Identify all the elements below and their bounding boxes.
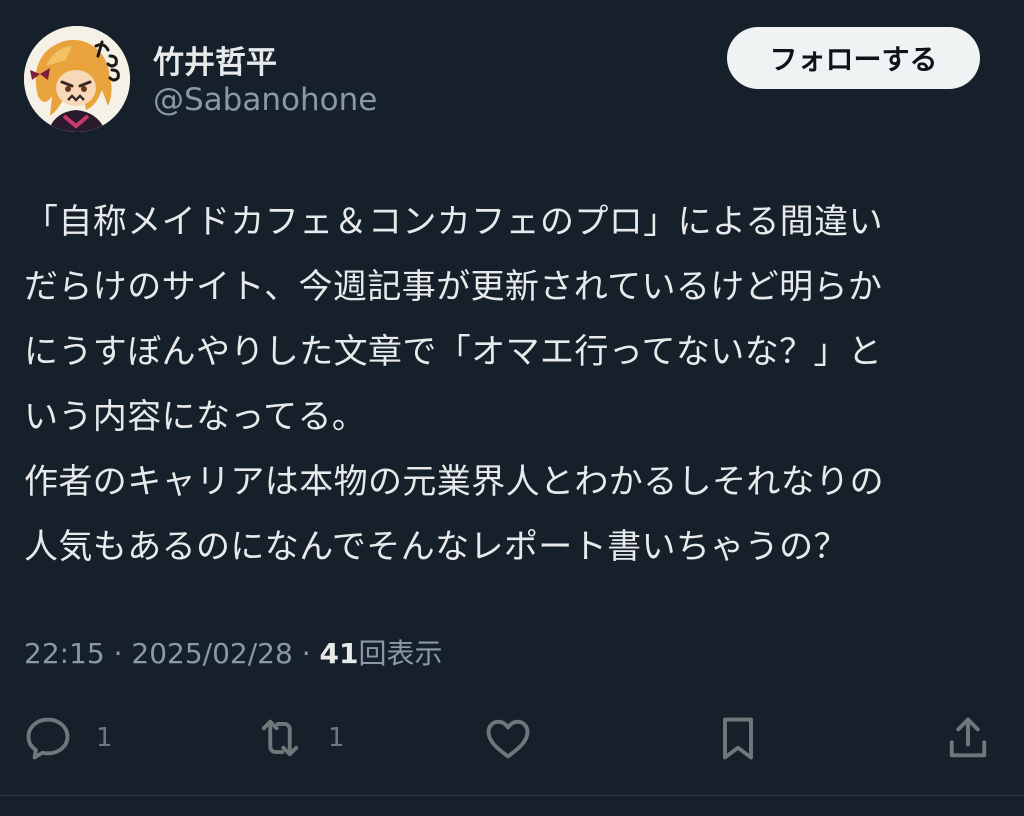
follow-button[interactable]: フォローする: [727, 27, 980, 89]
reply-icon: [26, 717, 70, 760]
views-label: 回表示: [358, 637, 443, 670]
avatar[interactable]: [24, 26, 130, 132]
retweet-button[interactable]: 1: [254, 708, 345, 768]
reply-count: 1: [96, 723, 113, 753]
meta-separator: ·: [104, 637, 132, 670]
like-button[interactable]: [482, 708, 534, 768]
tweet-actions: 1 1: [0, 708, 1024, 768]
tweet-text-line: だらけのサイト、今週記事が更新されているけど明らか: [24, 267, 883, 307]
retweet-count: 1: [328, 723, 345, 753]
display-name[interactable]: 竹井哲平: [153, 37, 277, 82]
tweet-text-line: 人気もあるのになんでそんなレポート書いちゃうの？: [24, 527, 848, 567]
views-count: 41: [319, 637, 359, 670]
tweet-card: 竹井哲平 @Sabanohone フォローする 「自称メイドカフェ＆コンカフェの…: [0, 0, 1024, 816]
tweet-text-line: 作者のキャリアは本物の元業界人とわかるしそれなりの: [24, 462, 884, 502]
tweet-text: 「自称メイドカフェ＆コンカフェのプロ」による間違い だらけのサイト、今週記事が更…: [24, 190, 1009, 580]
meta-separator: ·: [292, 637, 320, 670]
bookmark-icon: [723, 717, 753, 760]
reply-button[interactable]: 1: [22, 708, 113, 768]
tweet-time[interactable]: 22:15: [24, 637, 105, 670]
avatar-illustration: [24, 26, 130, 132]
bottom-divider: [0, 795, 1024, 796]
tweet-meta: 22:15 · 2025/02/28 · 41回表示: [24, 632, 442, 672]
tweet-text-line: にうすぼんやりした文章で「オマエ行ってないな？」と: [24, 332, 883, 372]
share-icon: [949, 717, 987, 758]
retweet-icon: [261, 719, 299, 757]
user-handle[interactable]: @Sabanohone: [153, 82, 377, 118]
bookmark-button[interactable]: [712, 708, 764, 768]
tweet-text-line: いう内容になってる。: [24, 397, 367, 437]
share-button[interactable]: [942, 708, 994, 768]
tweet-date[interactable]: 2025/02/28: [131, 637, 292, 670]
heart-icon: [486, 719, 530, 759]
tweet-text-line: 「自称メイドカフェ＆コンカフェのプロ」による間違い: [24, 202, 883, 242]
